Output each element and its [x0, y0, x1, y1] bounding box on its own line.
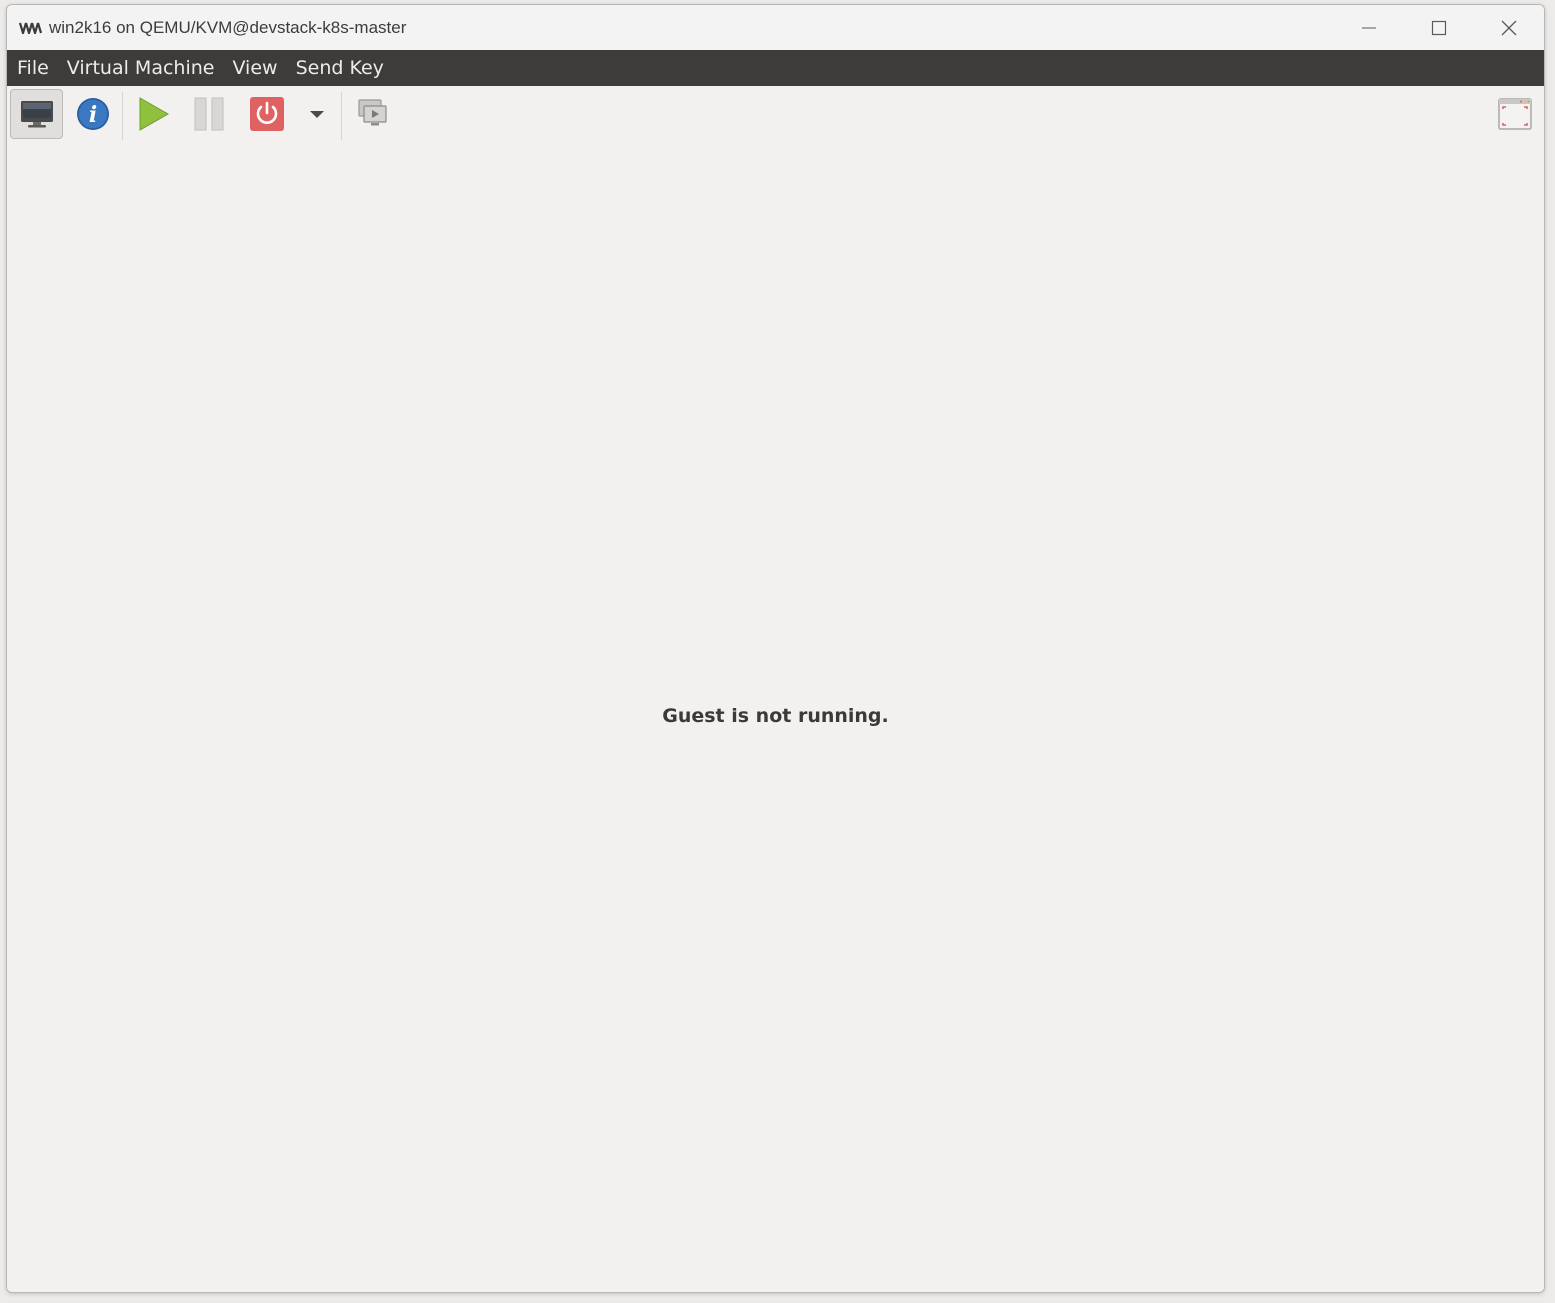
- toolbar: i: [7, 86, 1544, 142]
- shutdown-menu-button[interactable]: [303, 89, 331, 139]
- toolbar-separator: [341, 92, 342, 140]
- fullscreen-icon: [1498, 98, 1532, 130]
- menu-view[interactable]: View: [223, 50, 286, 86]
- snapshots-button[interactable]: [349, 89, 397, 139]
- shutdown-menu-chevron-icon: [310, 111, 324, 118]
- close-icon: [1501, 20, 1517, 35]
- shutdown-button[interactable]: [243, 89, 291, 139]
- menu-send-key[interactable]: Send Key: [287, 50, 393, 86]
- menu-virtual-machine[interactable]: Virtual Machine: [58, 50, 224, 86]
- run-button[interactable]: [129, 89, 177, 139]
- close-button[interactable]: [1474, 5, 1544, 50]
- vm-window: win2k16 on QEMU/KVM@devstack-k8s-master: [6, 4, 1545, 1293]
- guest-status-message: Guest is not running.: [662, 705, 889, 727]
- console-area[interactable]: Guest is not running.: [7, 142, 1544, 1292]
- shutdown-power-icon: [250, 97, 284, 131]
- details-button[interactable]: i: [69, 89, 117, 139]
- pause-button[interactable]: [185, 89, 233, 139]
- toolbar-separator: [122, 92, 123, 140]
- menu-bar: File Virtual Machine View Send Key: [7, 50, 1544, 86]
- pause-icon: [194, 97, 224, 131]
- fullscreen-button[interactable]: [1493, 89, 1537, 139]
- snapshots-icon: [358, 99, 387, 126]
- maximize-button[interactable]: [1404, 5, 1474, 50]
- title-bar[interactable]: win2k16 on QEMU/KVM@devstack-k8s-master: [7, 5, 1544, 50]
- maximize-icon: [1431, 20, 1447, 35]
- console-monitor-icon: [20, 101, 53, 128]
- console-button[interactable]: [10, 89, 63, 139]
- virt-manager-icon: [19, 21, 43, 35]
- window-controls: [1334, 5, 1544, 50]
- run-play-icon: [139, 97, 170, 131]
- details-info-icon: i: [77, 98, 109, 130]
- minimize-icon: [1362, 27, 1376, 28]
- window-title: win2k16 on QEMU/KVM@devstack-k8s-master: [49, 17, 407, 37]
- svg-text:i: i: [89, 102, 97, 128]
- menu-file[interactable]: File: [7, 50, 58, 86]
- minimize-button[interactable]: [1334, 5, 1404, 50]
